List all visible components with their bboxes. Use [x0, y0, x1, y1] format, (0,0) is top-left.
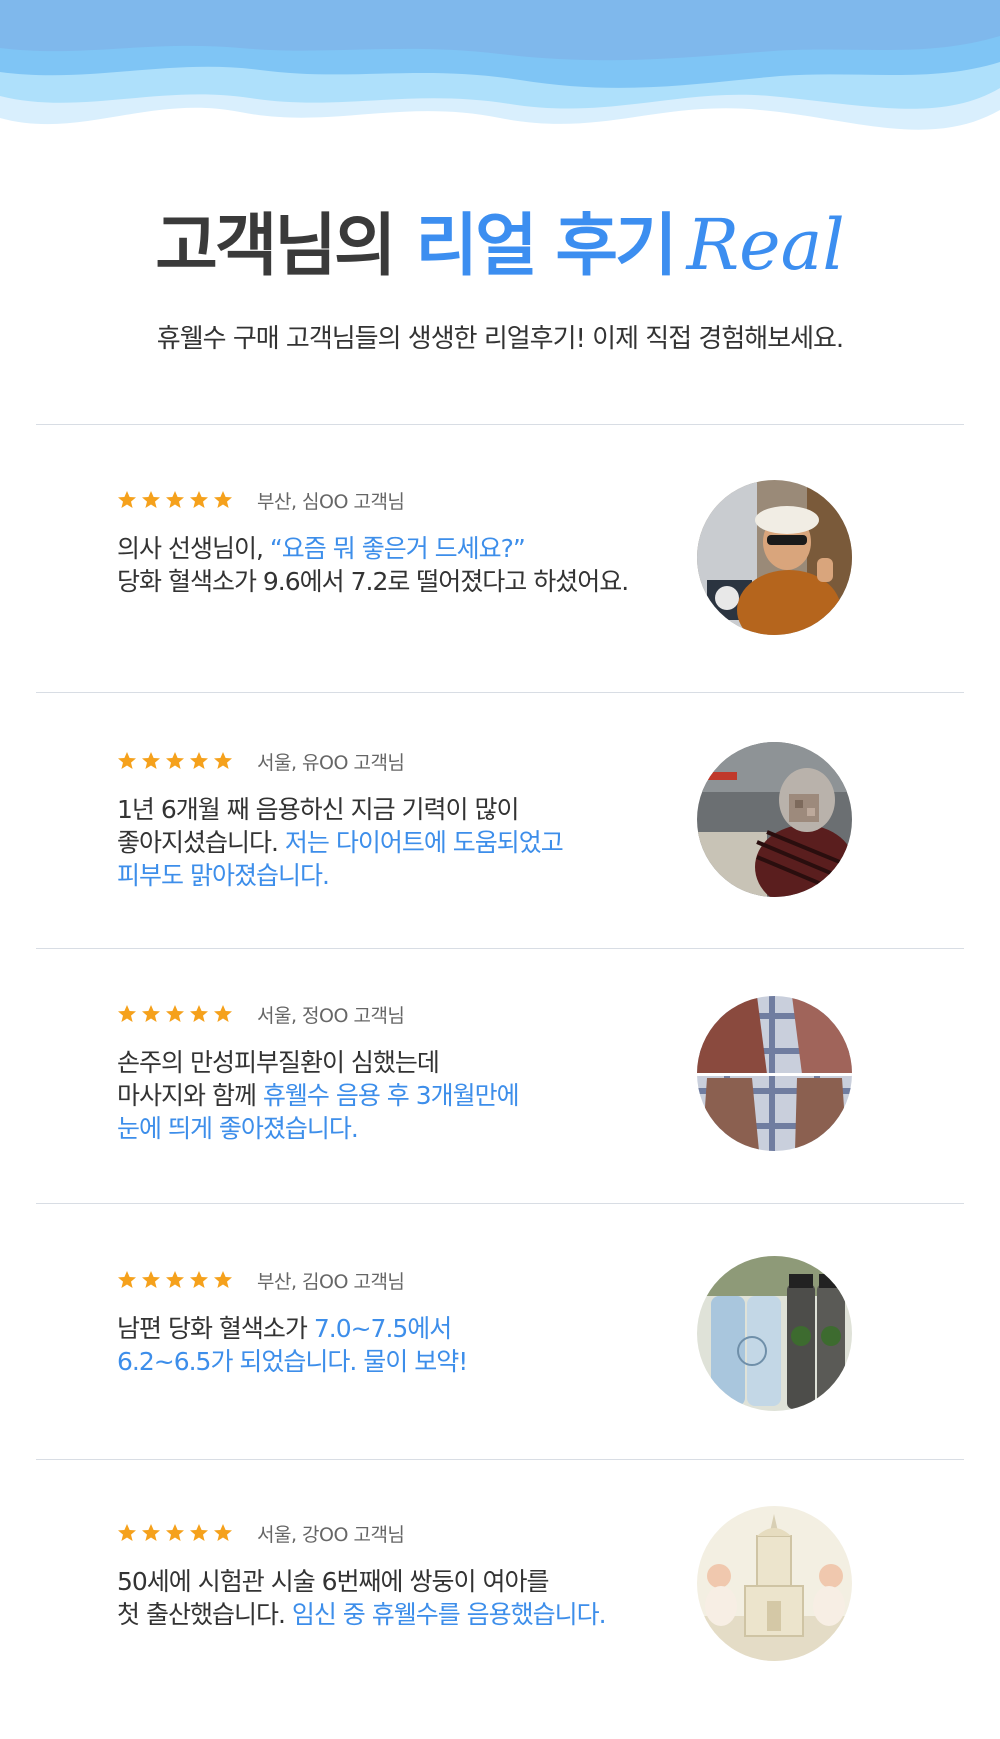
star-icon [142, 752, 160, 769]
review-text-highlight: 6.2~6.5가 되었습니다. 물이 보약! [117, 1347, 468, 1376]
divider [36, 692, 964, 693]
star-icon [142, 491, 160, 508]
review-text-plain: 첫 출산했습니다. [117, 1600, 292, 1629]
divider [36, 424, 964, 425]
review-text-highlight: 임신 중 휴웰수를 음용했습니다. [291, 1600, 607, 1629]
reviewer-name: 부산, 김OO 고객님 [257, 1270, 405, 1293]
star-icon [190, 1271, 208, 1288]
divider [36, 948, 964, 949]
star-icon [190, 1005, 208, 1022]
star-icon [118, 491, 136, 508]
review-text-highlight: 휴웰수 음용 후 3개월만에 [262, 1081, 520, 1110]
title-part1: 고객님의 [155, 207, 396, 286]
review-meta: 서울, 정OO 고객님 [117, 1002, 405, 1027]
review-meta: 부산, 심OO 고객님 [117, 488, 405, 513]
star-icon [118, 1271, 136, 1288]
review-text: 1년 6개월 째 음용하신 지금 기력이 많이 좋아지셨습니다. 저는 다이어트… [117, 793, 677, 892]
reviewer-name: 서울, 정OO 고객님 [257, 1004, 405, 1027]
reviewer-name: 서울, 강OO 고객님 [257, 1523, 405, 1546]
review-text: 손주의 만성피부질환이 심했는데 마사지와 함께 휴웰수 음용 후 3개월만에 … [117, 1046, 677, 1145]
review-text-highlight: “요즘 뭐 좋은거 드세요?” [269, 534, 526, 563]
review-text-plain: 의사 선생님이, [117, 534, 270, 563]
review-text: 50세에 시험관 시술 6번째에 쌍둥이 여아를 첫 출산했습니다. 임신 중 … [117, 1565, 677, 1631]
review-text-plain: 당화 혈색소가 9.6에서 7.2로 떨어졌다고 하셨어요. [117, 567, 629, 596]
star-icon [166, 491, 184, 508]
star-icon [214, 1271, 232, 1288]
star-rating [117, 1004, 233, 1024]
review-text-plain: 손주의 만성피부질환이 심했는데 [117, 1048, 440, 1077]
star-rating [117, 751, 233, 771]
star-icon [190, 752, 208, 769]
customer-photo-water-bottles [697, 1256, 852, 1411]
page-subtitle: 휴웰수 구매 고객님들의 생생한 리얼후기! 이제 직접 경험해보세요. [156, 324, 844, 354]
star-icon [214, 752, 232, 769]
review-text-plain: 마사지와 함께 [117, 1081, 263, 1110]
wave-header-decoration [0, 0, 1000, 150]
star-icon [166, 1271, 184, 1288]
review-text-plain: 1년 6개월 째 음용하신 지금 기력이 많이 [117, 795, 519, 824]
review-text-plain: 남편 당화 혈색소가 [117, 1314, 314, 1343]
star-icon [166, 752, 184, 769]
reviewer-name: 부산, 심OO 고객님 [257, 490, 405, 513]
star-icon [214, 1005, 232, 1022]
star-rating [117, 1270, 233, 1290]
star-icon [118, 752, 136, 769]
star-icon [166, 1524, 184, 1541]
review-text: 남편 당화 혈색소가 7.0~7.5에서 6.2~6.5가 되었습니다. 물이 … [117, 1312, 677, 1378]
reviewer-name: 서울, 유OO 고객님 [257, 751, 405, 774]
title-part2: 리얼 후기 [415, 207, 678, 286]
star-rating [117, 490, 233, 510]
review-meta: 부산, 김OO 고객님 [117, 1268, 405, 1293]
review-text-highlight: 저는 다이어트에 도움되었고 [284, 828, 564, 857]
divider [36, 1459, 964, 1460]
star-icon [118, 1005, 136, 1022]
star-icon [214, 1524, 232, 1541]
review-text-plain: 좋아지셨습니다. [117, 828, 285, 857]
star-icon [142, 1005, 160, 1022]
title-script: Real [686, 204, 845, 286]
star-icon [142, 1271, 160, 1288]
customer-photo-man-thumbs-up [697, 480, 852, 635]
customer-photo-twin-babies [697, 1506, 852, 1661]
page-title: 고객님의 리얼 후기 Real [0, 210, 1000, 281]
divider [36, 1203, 964, 1204]
review-text-highlight: 7.0~7.5에서 [313, 1314, 452, 1343]
review-text-highlight: 피부도 맑아졌습니다. [117, 861, 330, 890]
star-icon [190, 491, 208, 508]
star-icon [142, 1524, 160, 1541]
star-rating [117, 1523, 233, 1543]
review-text-plain: 50세에 시험관 시술 6번째에 쌍둥이 여아를 [117, 1567, 549, 1596]
star-icon [190, 1524, 208, 1541]
review-text-highlight: 눈에 띄게 좋아졌습니다. [117, 1114, 359, 1143]
review-meta: 서울, 강OO 고객님 [117, 1521, 405, 1546]
review-meta: 서울, 유OO 고객님 [117, 749, 405, 774]
customer-photo-skin-before-after [697, 996, 852, 1151]
star-icon [118, 1524, 136, 1541]
star-icon [166, 1005, 184, 1022]
review-text: 의사 선생님이, “요즘 뭐 좋은거 드세요?” 당화 혈색소가 9.6에서 7… [117, 532, 677, 598]
star-icon [214, 491, 232, 508]
customer-photo-grandmother-kitchen [697, 742, 852, 897]
